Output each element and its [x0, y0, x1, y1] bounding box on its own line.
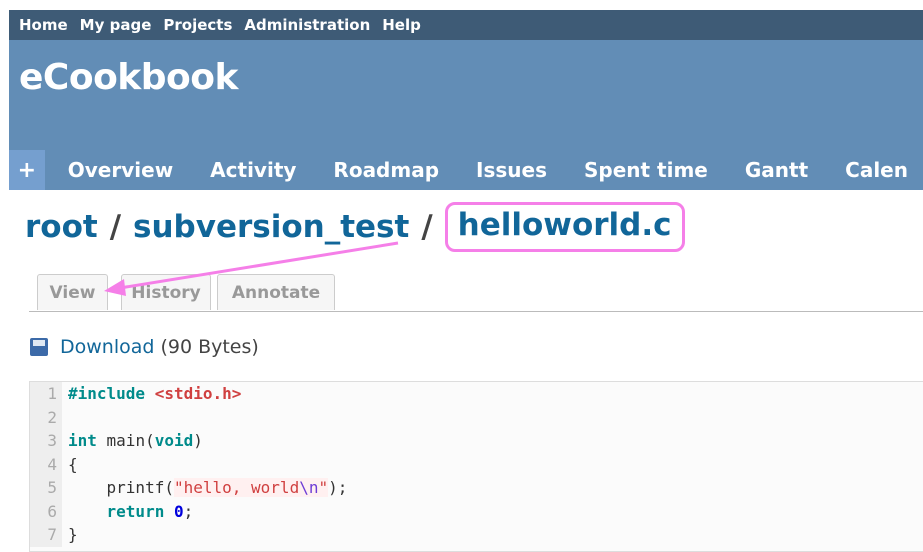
code-line: 5 printf("hello, world\n");	[30, 476, 923, 500]
tab-view[interactable]: View	[37, 274, 108, 310]
header: eCookbook + Overview Activity Roadmap Is…	[9, 40, 923, 190]
top-menu-administration[interactable]: Administration	[244, 16, 370, 34]
breadcrumb-separator: /	[421, 209, 433, 245]
code-content: }	[68, 525, 78, 545]
code-token: printf(	[68, 478, 174, 498]
breadcrumb: root / subversion_test / helloworld.c	[25, 202, 685, 252]
code-token: 0	[164, 501, 184, 521]
breadcrumb-separator: /	[109, 209, 122, 245]
top-menu-my-page[interactable]: My page	[80, 16, 152, 34]
code-token: "	[318, 478, 329, 498]
code-line: 7 }	[30, 523, 923, 547]
breadcrumb-root[interactable]: root	[25, 209, 98, 245]
code-view: 1 #include <stdio.h> 2 3 int main(void) …	[29, 381, 923, 552]
line-number[interactable]: 4	[30, 452, 62, 476]
code-token: ;	[183, 501, 194, 521]
top-menu-projects[interactable]: Projects	[163, 16, 232, 34]
line-number[interactable]: 3	[30, 429, 62, 453]
tab-activity[interactable]: Activity	[210, 158, 296, 182]
tab-roadmap[interactable]: Roadmap	[333, 158, 439, 182]
download-size: (90 Bytes)	[160, 336, 259, 358]
code-line: 3 int main(void)	[30, 429, 923, 453]
line-number[interactable]: 1	[30, 382, 62, 406]
code-token: main(	[96, 431, 155, 451]
code-token: "hello, world	[173, 478, 300, 498]
code-line: 4 {	[30, 452, 923, 476]
code-token: int	[68, 431, 97, 451]
top-menu-help[interactable]: Help	[382, 16, 421, 34]
tab-spent-time[interactable]: Spent time	[584, 158, 708, 182]
code-token: return	[106, 501, 165, 521]
tab-issues[interactable]: Issues	[476, 158, 547, 182]
line-number[interactable]: 2	[30, 405, 62, 429]
project-title[interactable]: eCookbook	[19, 57, 238, 98]
floppy-disk-icon	[30, 338, 48, 356]
code-line: 6 return 0;	[30, 499, 923, 523]
code-line: 2	[30, 405, 923, 429]
code-token: \n	[299, 478, 319, 498]
code-content: #include <stdio.h>	[62, 384, 241, 403]
code-line: 1 #include <stdio.h>	[30, 382, 923, 406]
download-link[interactable]: Download	[60, 336, 154, 358]
code-content: {	[68, 454, 78, 474]
code-token: )	[193, 431, 203, 451]
tab-annotate[interactable]: Annotate	[217, 274, 335, 310]
tab-calendar[interactable]: Calen	[845, 158, 908, 182]
line-number[interactable]: 7	[30, 523, 62, 547]
new-object-button[interactable]: +	[9, 150, 45, 190]
code-content: int main(void)	[62, 431, 203, 450]
code-content: return 0;	[62, 501, 194, 521]
code-token: void	[154, 431, 194, 451]
line-number[interactable]: 6	[30, 499, 62, 523]
tab-gantt[interactable]: Gantt	[745, 158, 808, 182]
tab-overview[interactable]: Overview	[68, 158, 173, 182]
tab-history[interactable]: History	[121, 274, 211, 310]
download-row: Download (90 Bytes)	[30, 336, 259, 358]
top-menu: Home My page Projects Administration Hel…	[9, 10, 923, 40]
code-token: <stdio.h>	[154, 384, 242, 404]
code-content: printf("hello, world\n");	[62, 478, 348, 498]
line-number[interactable]: 5	[30, 476, 62, 500]
code-token: );	[328, 478, 348, 498]
breadcrumb-repo[interactable]: subversion_test	[133, 209, 409, 245]
top-menu-home[interactable]: Home	[19, 16, 68, 34]
main-menu: + Overview Activity Roadmap Issues Spent…	[9, 150, 923, 190]
code-token: #include	[68, 384, 155, 404]
breadcrumb-file-highlighted[interactable]: helloworld.c	[444, 202, 685, 252]
file-tabs: View History Annotate	[29, 270, 923, 312]
